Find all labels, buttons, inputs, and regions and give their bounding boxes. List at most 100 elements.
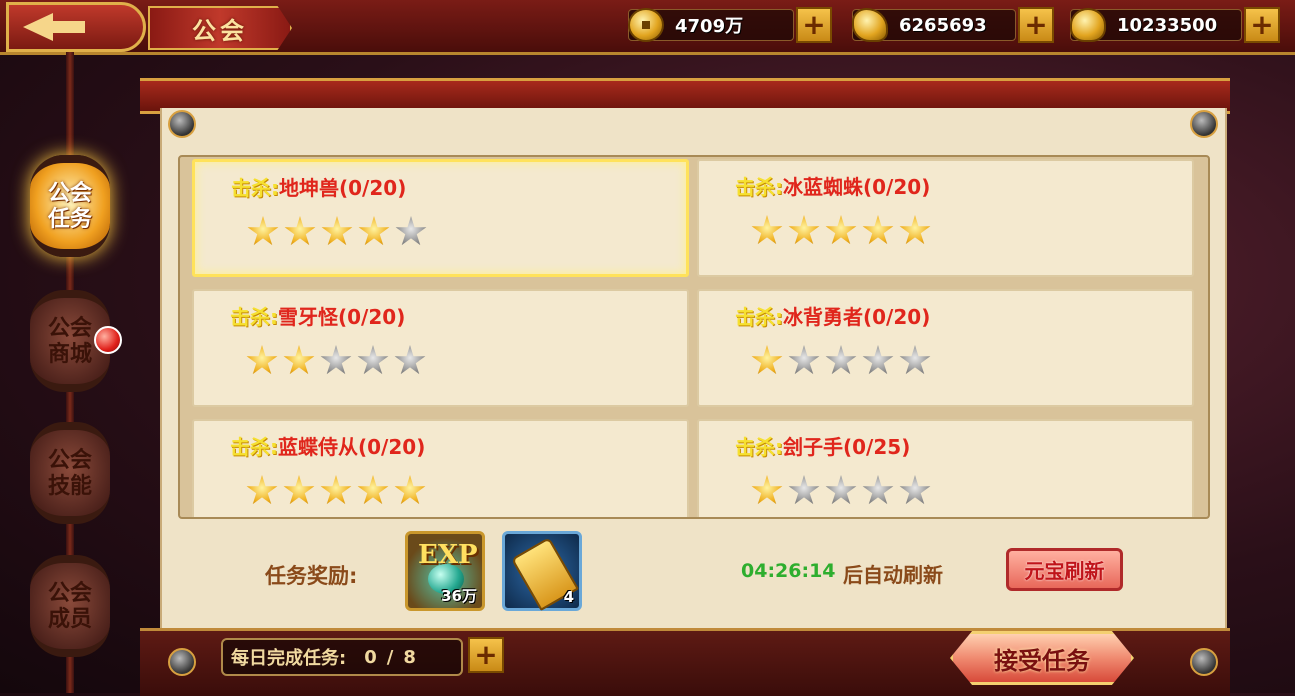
daily-label: 每日完成任务:	[231, 648, 347, 669]
sidebar-item-guild-skills[interactable]: 公会技能	[30, 422, 110, 524]
star-icon	[284, 216, 316, 246]
daily-progress: 每日完成任务: 0 / 8	[221, 638, 463, 676]
task-target: 冰背勇者(0/20)	[783, 305, 931, 329]
star-icon	[899, 345, 931, 375]
task-card[interactable]: 击杀:刽子手(0/25)	[697, 419, 1194, 517]
star-icon	[321, 216, 353, 246]
task-title: 击杀:刽子手(0/25)	[735, 431, 910, 460]
task-card[interactable]: 击杀:冰背勇者(0/20)	[697, 289, 1194, 407]
sidebar-item-label: 公会成员	[47, 580, 92, 632]
star-icon	[394, 475, 426, 505]
star-icon	[357, 345, 389, 375]
star-icon	[320, 475, 352, 505]
difficulty-stars	[247, 216, 427, 248]
gold-value: 6265693	[899, 14, 987, 36]
reward-label: 任务奖励:	[265, 564, 358, 588]
kill-label: 击杀:	[735, 435, 783, 459]
task-target: 蓝蝶侍从(0/20)	[278, 435, 426, 459]
star-icon	[751, 475, 783, 505]
refresh-timer: 04:26:14	[741, 560, 836, 582]
difficulty-stars	[751, 215, 931, 247]
task-title: 击杀:地坤兽(0/20)	[231, 172, 406, 201]
refresh-button-label: 元宝刷新	[1024, 559, 1105, 583]
yuanbao-icon	[1070, 8, 1106, 42]
sidebar-item-label: 公会技能	[47, 447, 92, 499]
star-icon	[357, 475, 389, 505]
star-icon	[394, 345, 426, 375]
rivet-icon	[1190, 648, 1218, 676]
notification-dot	[94, 326, 122, 354]
star-icon	[395, 216, 427, 246]
resource-yuanbao: 10233500 +	[1070, 6, 1280, 44]
star-icon	[320, 345, 352, 375]
resource-gold: 6265693 +	[852, 6, 1054, 44]
add-gold-button[interactable]: +	[1018, 7, 1054, 43]
task-list[interactable]: 击杀:地坤兽(0/20) 击杀:冰蓝蜘蛛(0/20) 击杀:雪牙怪(0/20) 击杀:…	[178, 155, 1210, 519]
kill-label: 击杀:	[230, 435, 278, 459]
kill-label: 击杀:	[735, 175, 783, 199]
star-icon	[283, 345, 315, 375]
star-icon	[246, 345, 278, 375]
task-title: 击杀:雪牙怪(0/20)	[230, 301, 405, 330]
rivet-icon	[1190, 110, 1218, 138]
exp-count: 36万	[441, 587, 477, 605]
daily-total: 8	[403, 646, 416, 668]
rivet-icon	[168, 648, 196, 676]
star-icon	[825, 345, 857, 375]
copper-coin-icon	[628, 8, 664, 42]
sidebar-item-guild-members[interactable]: 公会成员	[30, 555, 110, 657]
kill-label: 击杀:	[230, 305, 278, 329]
copper-value: 4709万	[675, 16, 744, 37]
add-copper-button[interactable]: +	[796, 7, 832, 43]
star-icon	[825, 215, 857, 245]
refresh-suffix: 后自动刷新	[843, 563, 943, 587]
difficulty-stars	[246, 345, 426, 377]
yuanbao-refresh-button[interactable]: 元宝刷新	[1006, 548, 1123, 591]
star-icon	[862, 475, 894, 505]
add-daily-tasks-button[interactable]: +	[468, 637, 504, 673]
star-icon	[247, 216, 279, 246]
daily-separator: /	[386, 646, 394, 668]
star-icon	[788, 345, 820, 375]
daily-done: 0	[364, 646, 377, 668]
star-icon	[751, 345, 783, 375]
star-icon	[246, 475, 278, 505]
task-target: 地坤兽(0/20)	[279, 176, 407, 200]
add-yuanbao-button[interactable]: +	[1244, 7, 1280, 43]
exp-reward-item[interactable]: EXP 36万	[405, 531, 485, 611]
star-icon	[751, 215, 783, 245]
star-icon	[788, 475, 820, 505]
sidebar-item-label: 公会任务	[47, 180, 92, 232]
token-count: 4	[563, 588, 574, 606]
task-card[interactable]: 击杀:雪牙怪(0/20)	[192, 289, 689, 407]
kill-label: 击杀:	[231, 176, 279, 200]
resource-copper: 4709万 +	[628, 6, 832, 44]
kill-label: 击杀:	[735, 305, 783, 329]
task-target: 冰蓝蜘蛛(0/20)	[783, 175, 931, 199]
yuanbao-value: 10233500	[1117, 14, 1218, 36]
star-icon	[358, 216, 390, 246]
task-card[interactable]: 击杀:蓝蝶侍从(0/20)	[192, 419, 689, 517]
accept-button-label: 接受任务	[994, 646, 1090, 675]
back-button[interactable]	[6, 2, 146, 52]
difficulty-stars	[246, 475, 426, 507]
task-card[interactable]: 击杀:冰蓝蜘蛛(0/20)	[697, 159, 1194, 277]
rivet-icon	[168, 110, 196, 138]
difficulty-stars	[751, 475, 931, 507]
star-icon	[825, 475, 857, 505]
page-title: 公会	[192, 15, 248, 45]
difficulty-stars	[751, 345, 931, 377]
task-title: 击杀:冰背勇者(0/20)	[735, 301, 930, 330]
sidebar-item-guild-tasks[interactable]: 公会任务	[30, 155, 110, 257]
task-title: 击杀:冰蓝蜘蛛(0/20)	[735, 171, 930, 200]
star-icon	[788, 215, 820, 245]
accept-task-button[interactable]: 接受任务	[950, 631, 1134, 685]
title-plate: 公会	[148, 6, 292, 50]
star-icon	[862, 215, 894, 245]
task-title: 击杀:蓝蝶侍从(0/20)	[230, 431, 425, 460]
star-icon	[283, 475, 315, 505]
token-reward-item[interactable]: 4	[502, 531, 582, 611]
task-card[interactable]: 击杀:地坤兽(0/20)	[192, 159, 689, 277]
back-arrow-icon	[23, 13, 53, 41]
star-icon	[899, 215, 931, 245]
